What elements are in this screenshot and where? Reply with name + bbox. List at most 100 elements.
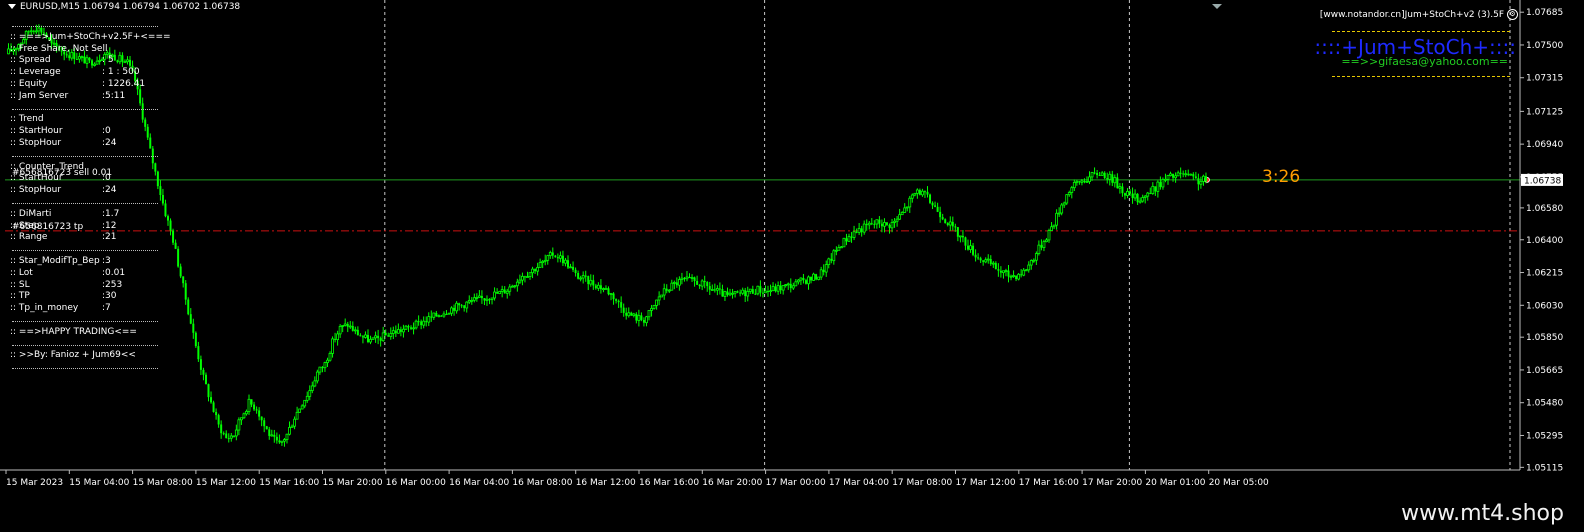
candle-body (637, 315, 641, 321)
candle (1189, 173, 1193, 176)
time-tick-label: 16 Mar 16:00 (639, 478, 699, 488)
candle-body (870, 223, 873, 225)
candle-body (796, 279, 800, 283)
current-price-label: 1.06738 (1524, 176, 1561, 186)
candle-body (458, 303, 461, 306)
candle-body (779, 285, 782, 291)
panel-row-value: : 1 : 500 (102, 67, 140, 78)
candle-body (472, 297, 476, 301)
candle-body (604, 287, 608, 290)
candle-body (596, 284, 600, 289)
candle-body (898, 214, 902, 220)
candle-body (465, 301, 469, 309)
candle-body (331, 338, 334, 354)
time-tick-label: 20 Mar 01:00 (1145, 478, 1205, 488)
panel-row-value: :253 (102, 279, 123, 290)
price-chart[interactable]: 15 Mar 2023 15 Mar 04:00 15 Mar 08:00 15 Ma… (0, 0, 1584, 532)
candle-body (273, 434, 276, 437)
panel-row-label: :: StopHour (10, 137, 62, 148)
time-tick-label: 17 Mar 00:00 (766, 478, 826, 488)
candle-body (791, 285, 795, 289)
candle-body (739, 292, 742, 294)
candle-body (394, 330, 397, 334)
candle-body (189, 314, 192, 324)
dropdown-arrow-icon[interactable] (8, 4, 16, 9)
candle-body (1197, 178, 1200, 185)
panel-row: :: Lot:0.01 (10, 268, 158, 280)
candle (414, 319, 418, 330)
price-tick-label: 1.06030 (1526, 301, 1563, 311)
candle-body (528, 272, 532, 277)
candle-body (1151, 185, 1155, 194)
candle-body (999, 270, 1002, 273)
panel-row-value: :0 (102, 126, 111, 137)
panel-row: :: TP:30 (10, 291, 158, 303)
panel-row: :: ===>Jum+StoCh+v2.5F+<=== (10, 32, 171, 44)
time-tick-label: 17 Mar 04:00 (829, 478, 889, 488)
candle-body (488, 299, 491, 301)
panel-row-value: :12 (102, 220, 117, 231)
candle-body (675, 282, 678, 286)
candle-body (677, 279, 681, 286)
time-tick-label: 17 Mar 16:00 (1019, 478, 1079, 488)
candle-body (827, 258, 831, 266)
candle-body (377, 335, 380, 339)
candle-body (895, 218, 899, 222)
candle-body (815, 274, 818, 280)
panel-row-label: :: StartHour (10, 126, 63, 137)
candle-body (890, 222, 894, 229)
candle-body (187, 299, 190, 315)
candle-body (1055, 212, 1059, 226)
candle-body (736, 291, 739, 293)
candle-body (715, 288, 719, 291)
candle-body (1187, 173, 1190, 175)
candle-body (1194, 176, 1197, 179)
candle-body (268, 429, 271, 436)
candle-body (1192, 174, 1195, 177)
candle-body (948, 221, 952, 226)
candle-body (1159, 182, 1162, 187)
candle-body (731, 292, 734, 295)
price-tick-label: 1.06940 (1526, 140, 1563, 150)
candle-body (622, 307, 625, 313)
settings-icon[interactable]: ⚙ (1507, 9, 1518, 20)
candle-body (1037, 244, 1041, 254)
candle-body (202, 369, 205, 375)
candle-body (744, 290, 747, 297)
candle-body (764, 290, 767, 294)
candle-body (374, 335, 377, 339)
footer-bar: www.mt4.shop (0, 497, 1584, 532)
candle-body (1108, 173, 1112, 180)
candle-body (862, 223, 866, 233)
candle-body (290, 425, 294, 428)
price-tick-label: 1.05115 (1526, 463, 1563, 473)
candle-body (1083, 180, 1086, 182)
candle-body (169, 220, 172, 231)
candle-body (1067, 192, 1071, 196)
candle-body (258, 410, 261, 417)
candle-body (974, 254, 977, 258)
candle-body (166, 216, 169, 221)
candle-body (713, 289, 716, 291)
candle-body (680, 277, 684, 280)
candle-body (804, 280, 807, 284)
collapse-arrow-icon[interactable] (1212, 4, 1222, 9)
candle-body (607, 288, 610, 295)
candle-body (293, 418, 296, 427)
candle-body (926, 191, 929, 195)
candle-body (1080, 180, 1084, 183)
candle-body (500, 289, 504, 292)
candle-body (480, 295, 483, 299)
candle-body (817, 276, 821, 280)
candle-body (657, 296, 661, 301)
candle-body (685, 276, 689, 280)
candle-body (432, 312, 436, 318)
candle-body (1032, 259, 1036, 262)
candle-body (182, 276, 185, 284)
candle (756, 285, 760, 296)
candle-body (1085, 181, 1089, 183)
candle-body (263, 420, 266, 427)
time-tick-label: 17 Mar 20:00 (1082, 478, 1142, 488)
candle-body (834, 249, 838, 252)
candle-body (288, 427, 291, 435)
